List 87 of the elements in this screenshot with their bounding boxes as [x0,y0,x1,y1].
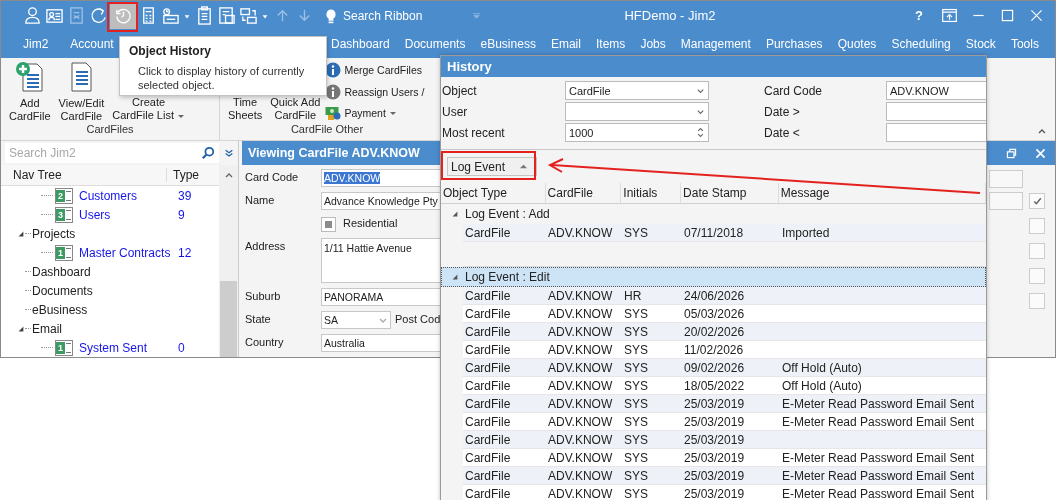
table-cell: CardFile [465,225,511,240]
table-cell: SYS [624,324,648,339]
table-cell: 11/02/2026 [684,342,744,357]
table-cell: ADV.KNOW [548,468,613,483]
field-label: Name [245,193,276,206]
table-cell: SYS [624,432,648,447]
count-text: 0 [178,340,185,355]
table-cell: CardFile [465,360,511,375]
table-cell: CardFile [465,396,511,411]
table-cell: ADV.KNOW [548,486,613,500]
table-cell: 07/11/2018 [684,225,744,240]
checkbox-label: Residential [343,216,398,229]
table-cell: ADV.KNOW [548,360,613,375]
table-cell: 18/05/2022 [684,378,745,393]
table-cell: HR [624,288,642,303]
table-cell: CardFile [465,432,511,447]
table-cell: SYS [624,486,648,500]
table-cell: CardFile [465,306,511,321]
table-cell: ADV.KNOW [548,450,613,465]
tooltip-title: Object History [129,44,213,58]
table-cell: SYS [624,414,648,429]
table-cell: CardFile [465,288,511,303]
table-cell: ADV.KNOW [548,432,613,447]
table-cell: 25/03/2019 [684,486,745,500]
table-cell: 25/03/2019 [684,414,745,429]
table-cell: 05/03/2026 [684,306,745,321]
table-cell: SYS [624,360,648,375]
field-label: User [442,104,469,119]
table-cell: 25/03/2019 [684,468,745,483]
table-cell: SYS [624,342,648,357]
table-cell: E-Meter Read Password Email Sent [782,468,975,483]
table-cell: ADV.KNOW [548,396,613,411]
table-cell: ADV.KNOW [548,324,613,339]
table-cell: CardFile [465,450,511,465]
field-label: Card Code [764,83,824,98]
field-label: Country [245,335,285,348]
field-label: Object [442,83,478,98]
table-cell: ADV.KNOW [548,414,613,429]
table-cell: 09/02/2026 [684,360,745,375]
panel-title: Viewing CardFile ADV.KNOW [248,146,420,160]
window-title: HFDemo - Jim2 [623,8,717,23]
table-cell: ADV.KNOW [548,378,613,393]
tooltip-text: Click to display history of currently selected object. [137,64,306,92]
table-cell: E-Meter Read Password Email Sent [782,396,975,411]
count-text: 39 [178,188,192,203]
count-text: 9 [178,207,185,222]
field-label: Suburb [245,289,282,302]
table-cell: SYS [624,378,648,393]
window-title: History [447,59,492,74]
table-cell: SYS [624,225,648,240]
group-label: CardFiles [85,123,135,135]
table-cell: CardFile [465,486,511,500]
table-cell: 25/03/2019 [684,450,745,465]
table-cell: 25/03/2019 [684,396,745,411]
table-cell: 25/03/2019 [684,432,745,447]
table-cell: CardFile [465,414,511,429]
count-text: 12 [178,245,192,260]
list-badge: 3 [55,206,73,223]
field-label: Post Cod [395,312,441,325]
field-label: Date < [764,125,801,140]
table-cell: 24/06/2026 [684,288,745,303]
table-cell: 20/02/2026 [684,324,745,339]
table-cell: ADV.KNOW [548,306,613,321]
table-cell: Imported [782,225,830,240]
list-badge: 1 [55,244,73,261]
table-cell: ADV.KNOW [548,225,613,240]
field-label: Address [245,239,287,252]
field-label: Date > [764,104,801,119]
table-cell: E-Meter Read Password Email Sent [782,486,975,500]
table-cell: ADV.KNOW [548,342,613,357]
table-cell: SYS [624,468,648,483]
table-cell: SYS [624,396,648,411]
table-cell: ADV.KNOW [548,288,613,303]
table-cell: E-Meter Read Password Email Sent [782,414,975,429]
table-cell: CardFile [465,468,511,483]
group-label: CardFile Other [289,123,365,135]
table-cell: Off Hold (Auto) [782,360,862,375]
table-cell: Off Hold (Auto) [782,378,862,393]
table-cell: E-Meter Read Password Email Sent [782,450,975,465]
field-label: Card Code [245,170,300,183]
table-cell: CardFile [465,378,511,393]
table-cell: SYS [624,450,648,465]
table-cell: SYS [624,306,648,321]
field-label: Most recent [442,125,506,140]
list-badge: 2 [55,187,73,204]
field-label: State [245,312,272,325]
list-badge: 1 [55,339,73,356]
